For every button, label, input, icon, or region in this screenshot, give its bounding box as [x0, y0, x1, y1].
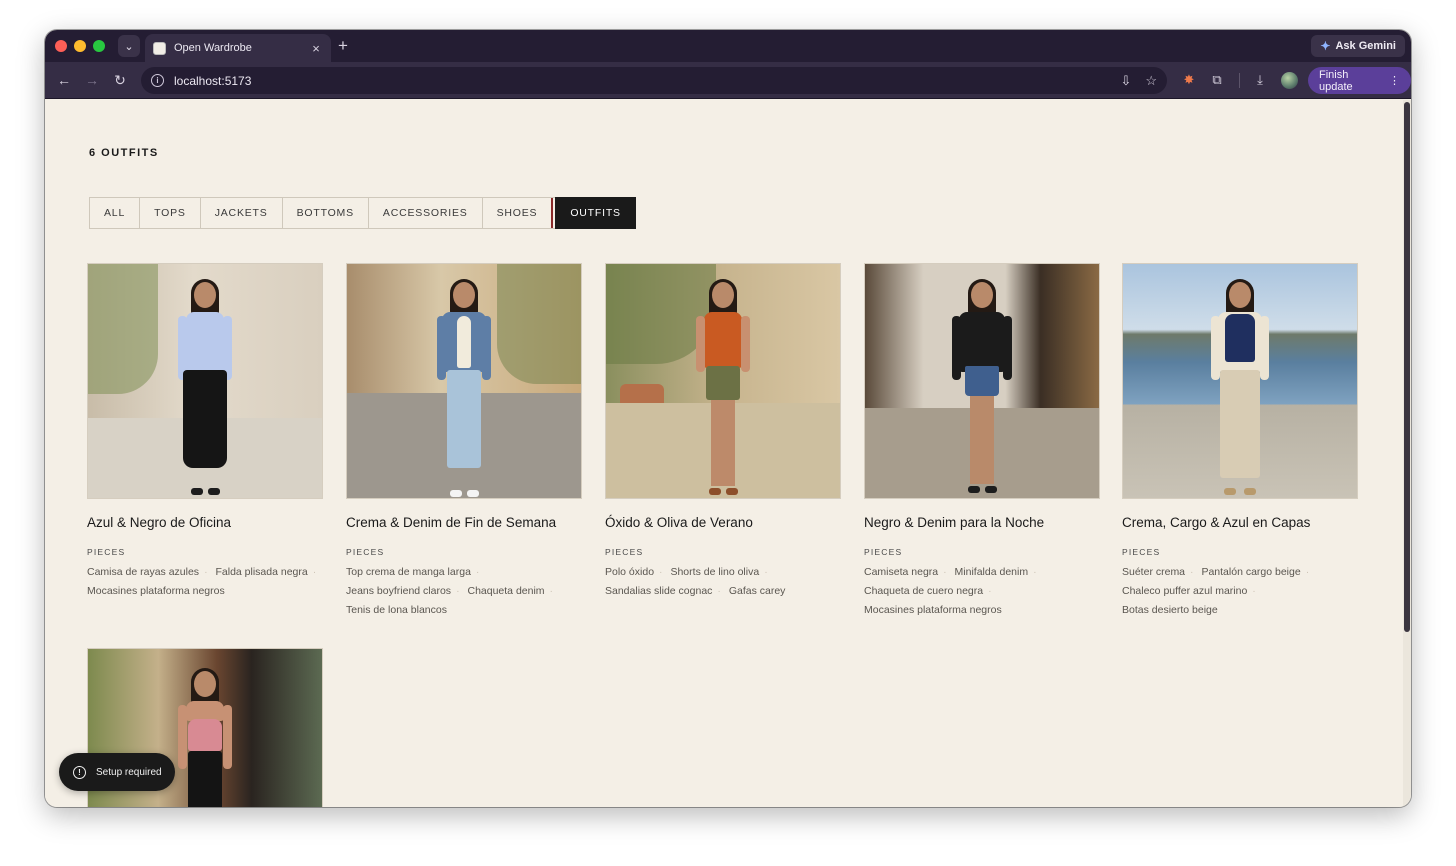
piece-item: Top crema de manga larga [346, 566, 471, 578]
close-icon[interactable]: × [309, 41, 323, 56]
outfit-photo[interactable] [864, 263, 1100, 499]
piece-item: Mocasines plataforma negros [87, 585, 225, 597]
outfit-photo[interactable] [605, 263, 841, 499]
filter-bottoms[interactable]: BOTTOMS [283, 198, 369, 228]
ask-gemini-button[interactable]: ✦ Ask Gemini [1311, 35, 1405, 57]
pieces-list: Camisa de rayas azules · Falda plisada ne… [87, 566, 317, 597]
piece-item: Pantalón cargo beige [1201, 566, 1301, 578]
download-icon[interactable]: ⤓ [1251, 72, 1269, 88]
finish-update-label: Finish update [1319, 68, 1353, 93]
alert-icon: ! [73, 765, 86, 779]
favicon-icon [153, 41, 166, 55]
pieces-label: PIECES [346, 547, 385, 557]
forward-icon[interactable]: → [82, 70, 102, 90]
gemini-spark-icon: ✦ [1320, 39, 1331, 53]
piece-item: Sandalias slide cognac [605, 585, 713, 597]
filter-shoes[interactable]: SHOES [483, 198, 554, 228]
browser-toolbar: ← → ↻ i localhost:5173 ⇩ ☆ ✸ ⧉ ⤓ Finish … [45, 62, 1411, 99]
piece-item: Gafas carey [728, 585, 786, 597]
url-text[interactable]: localhost:5173 [174, 74, 1106, 88]
star-icon[interactable]: ☆ [1145, 73, 1157, 89]
puzzle-icon[interactable]: ⧉ [1208, 72, 1226, 88]
maximize-window-button[interactable] [93, 40, 105, 52]
pieces-list: Polo óxido · Shorts de lino oliva · Sandal… [605, 566, 786, 597]
toolbar-divider [1239, 73, 1240, 88]
outfit-card[interactable]: Negro & Denim para la Noche PIECES Camis… [864, 263, 1100, 620]
filter-accessories[interactable]: ACCESSORIES [369, 198, 483, 228]
outfit-photo[interactable] [1122, 263, 1358, 499]
piece-item: Chaleco puffer azul marino [1122, 585, 1248, 597]
piece-item: Jeans boyfriend claros [346, 585, 452, 597]
outfit-card[interactable]: Crema & Denim de Fin de Semana PIECES To… [346, 263, 582, 620]
outfit-title[interactable]: Óxido & Oliva de Verano [605, 515, 841, 530]
filter-outfits[interactable]: OUTFITS [555, 197, 636, 229]
pieces-list: Suéter crema · Pantalón cargo beige · Chal… [1122, 566, 1310, 616]
pieces-list: Camiseta negra · Minifalda denim · Chaquet… [864, 566, 1037, 616]
tab-title: Open Wardrobe [174, 42, 252, 54]
outfit-title[interactable]: Azul & Negro de Oficina [87, 515, 323, 530]
reload-icon[interactable]: ↻ [110, 70, 130, 90]
page-content: 6 OUTFITS ALL TOPS JACKETS BOTTOMS ACCES… [45, 100, 1403, 807]
pieces-label: PIECES [605, 547, 644, 557]
install-icon[interactable]: ⇩ [1120, 73, 1131, 89]
filter-jackets[interactable]: JACKETS [201, 198, 283, 228]
minimize-window-button[interactable] [74, 40, 86, 52]
setup-required-toast[interactable]: ! Setup required [59, 753, 175, 791]
chevron-down-icon[interactable]: ⌄ [118, 35, 140, 57]
finish-update-button[interactable]: Finish update ⋮ [1308, 67, 1411, 94]
browser-tab[interactable]: Open Wardrobe × [145, 34, 331, 62]
outfit-count: 6 OUTFITS [89, 147, 159, 159]
piece-item: Shorts de lino oliva [670, 566, 760, 578]
piece-item: Mocasines plataforma negros [864, 604, 1002, 616]
tab-strip: ⌄ Open Wardrobe × + ✦ Ask Gemini [45, 30, 1411, 62]
pieces-list: Top crema de manga larga · Jeans boyfrien… [346, 566, 554, 616]
info-icon[interactable]: i [151, 74, 164, 87]
filter-tops[interactable]: TOPS [140, 198, 201, 228]
category-filter-bar: ALL TOPS JACKETS BOTTOMS ACCESSORIES SHO… [89, 197, 636, 229]
ask-gemini-label: Ask Gemini [1335, 40, 1396, 52]
scrollbar[interactable] [1403, 100, 1411, 807]
piece-item: Chaqueta de cuero negra [864, 585, 984, 597]
outfit-card[interactable]: Azul & Negro de Oficina PIECES Camisa de… [87, 263, 323, 601]
outfit-title[interactable]: Negro & Denim para la Noche [864, 515, 1100, 530]
pieces-label: PIECES [87, 547, 126, 557]
scrollbar-thumb[interactable] [1404, 102, 1410, 632]
browser-window: ⌄ Open Wardrobe × + ✦ Ask Gemini ← → ↻ i… [45, 30, 1411, 807]
outfit-card[interactable]: Crema, Cargo & Azul en Capas PIECES Suét… [1122, 263, 1358, 620]
filter-all[interactable]: ALL [90, 198, 141, 228]
pieces-label: PIECES [864, 547, 903, 557]
piece-item: Falda plisada negra [215, 566, 308, 578]
piece-item: Camisa de rayas azules [87, 566, 200, 578]
piece-item: Suéter crema [1122, 566, 1186, 578]
piece-item: Polo óxido [605, 566, 655, 578]
outfit-photo[interactable] [346, 263, 582, 499]
toast-message: Setup required [96, 766, 162, 778]
outfit-card[interactable]: Óxido & Oliva de Verano PIECES Polo óxid… [605, 263, 841, 601]
piece-item: Camiseta negra [864, 566, 939, 578]
close-window-button[interactable] [55, 40, 67, 52]
back-icon[interactable]: ← [54, 70, 74, 90]
outfit-title[interactable]: Crema & Denim de Fin de Semana [346, 515, 582, 530]
piece-item: Tenis de lona blancos [346, 604, 447, 616]
extension-icon[interactable]: ✸ [1180, 72, 1198, 88]
pieces-label: PIECES [1122, 547, 1161, 557]
outfit-photo[interactable] [87, 263, 323, 499]
outfit-title[interactable]: Crema, Cargo & Azul en Capas [1122, 515, 1358, 530]
address-bar[interactable]: i localhost:5173 ⇩ ☆ [141, 67, 1167, 94]
piece-item: Minifalda denim [954, 566, 1029, 578]
new-tab-button[interactable]: + [338, 36, 348, 56]
kebab-icon: ⋮ [1389, 75, 1400, 87]
piece-item: Botas desierto beige [1122, 604, 1218, 616]
profile-avatar[interactable] [1281, 72, 1298, 89]
piece-item: Chaqueta denim [467, 585, 545, 597]
